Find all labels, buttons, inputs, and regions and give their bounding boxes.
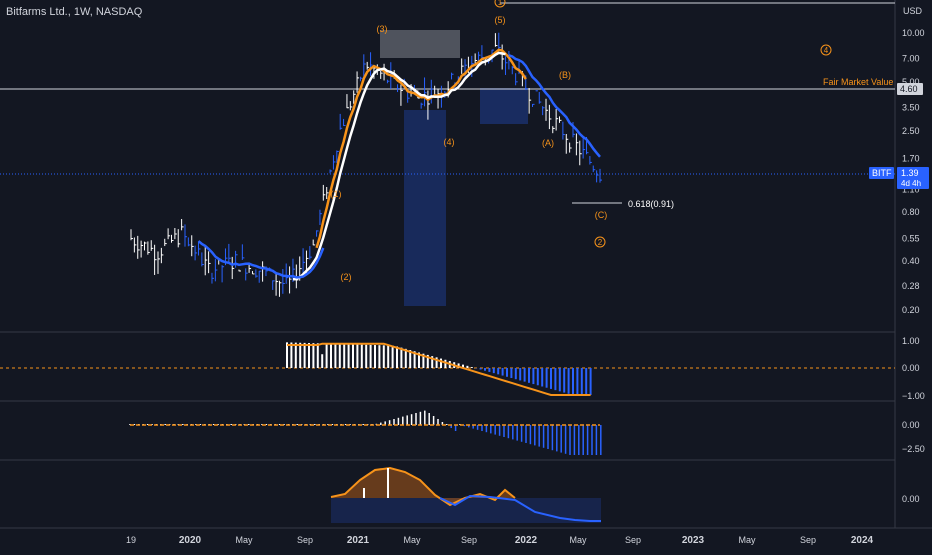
fair-market-label: Fair Market Value [823, 77, 893, 87]
time-tick-label: 2022 [515, 535, 538, 546]
osc3-tick-label: 0.00 [902, 494, 920, 504]
time-tick-label: 2024 [851, 535, 874, 546]
chart-canvas[interactable]: 10.007.005.003.502.501.701.100.800.550.4… [0, 0, 932, 550]
time-tick-label: Sep [461, 535, 477, 545]
price-tick-label: 0.20 [902, 305, 920, 315]
time-tick-label: May [569, 535, 587, 545]
time-tick-label: Sep [800, 535, 816, 545]
price-tick-label: 2.50 [902, 126, 920, 136]
osc1-tick-label: 0.00 [902, 363, 920, 373]
osc2-tick-label: 0.00 [902, 420, 920, 430]
time-tick-label: 2020 [179, 535, 202, 546]
wave-label: 2 [598, 238, 603, 247]
time-tick-label: May [403, 535, 421, 545]
wave-label: (4) [444, 137, 455, 147]
bar-countdown: 4d 4h [901, 179, 921, 188]
wave-label: 1 [498, 0, 503, 7]
wave4-target-zone [404, 110, 446, 306]
currency-label: USD [903, 6, 923, 16]
time-tick-label: 2021 [347, 535, 370, 546]
chart-area[interactable]: 10.00 7.00 5.00 3.50 2.50 1.70 1.10 0.80 0.55 0.4… [0, 0, 932, 550]
time-tick-label: 19 [126, 535, 136, 545]
wave-label: (5) [495, 15, 506, 25]
ticker-symbol: BITF [872, 168, 892, 178]
price-tick-label: 0.28 [902, 281, 920, 291]
symbol-title[interactable]: Bitfarms Ltd., 1W, NASDAQ [6, 6, 142, 18]
wave-label: (A) [542, 138, 554, 148]
price-tick-label: 3.50 [902, 102, 920, 112]
price-tick-label: 7.00 [902, 53, 920, 63]
price-tick-label: 1.70 [902, 153, 920, 163]
fib-label: 0.618(0.91) [628, 199, 674, 209]
wave-label: (1) [331, 189, 342, 199]
wave-label: 4 [824, 46, 829, 55]
time-tick-label: 2023 [682, 535, 705, 546]
osc1-tick-label: 1.00 [902, 336, 920, 346]
wave-label: (2) [341, 272, 352, 282]
osc1-tick-label: −1.00 [902, 391, 925, 401]
time-tick-label: Sep [297, 535, 313, 545]
time-tick-label: Sep [625, 535, 641, 545]
wave-label: (C) [595, 210, 608, 220]
resistance-zone [380, 30, 460, 58]
chart-background [0, 0, 932, 550]
time-tick-label: May [738, 535, 756, 545]
last-price: 1.39 [901, 168, 919, 178]
price-tick-label: 0.40 [902, 256, 920, 266]
osc3-blue-area [331, 498, 601, 523]
b-zone [480, 88, 528, 124]
fair-market-value: 4.60 [900, 84, 918, 94]
price-tick-label: 0.55 [902, 233, 920, 243]
osc2-tick-label: −2.50 [902, 444, 925, 454]
time-tick-label: May [235, 535, 253, 545]
wave-label: (B) [559, 70, 571, 80]
wave-label: (3) [377, 24, 388, 34]
price-tick-label: 10.00 [902, 28, 925, 38]
price-tick-label: 0.80 [902, 207, 920, 217]
